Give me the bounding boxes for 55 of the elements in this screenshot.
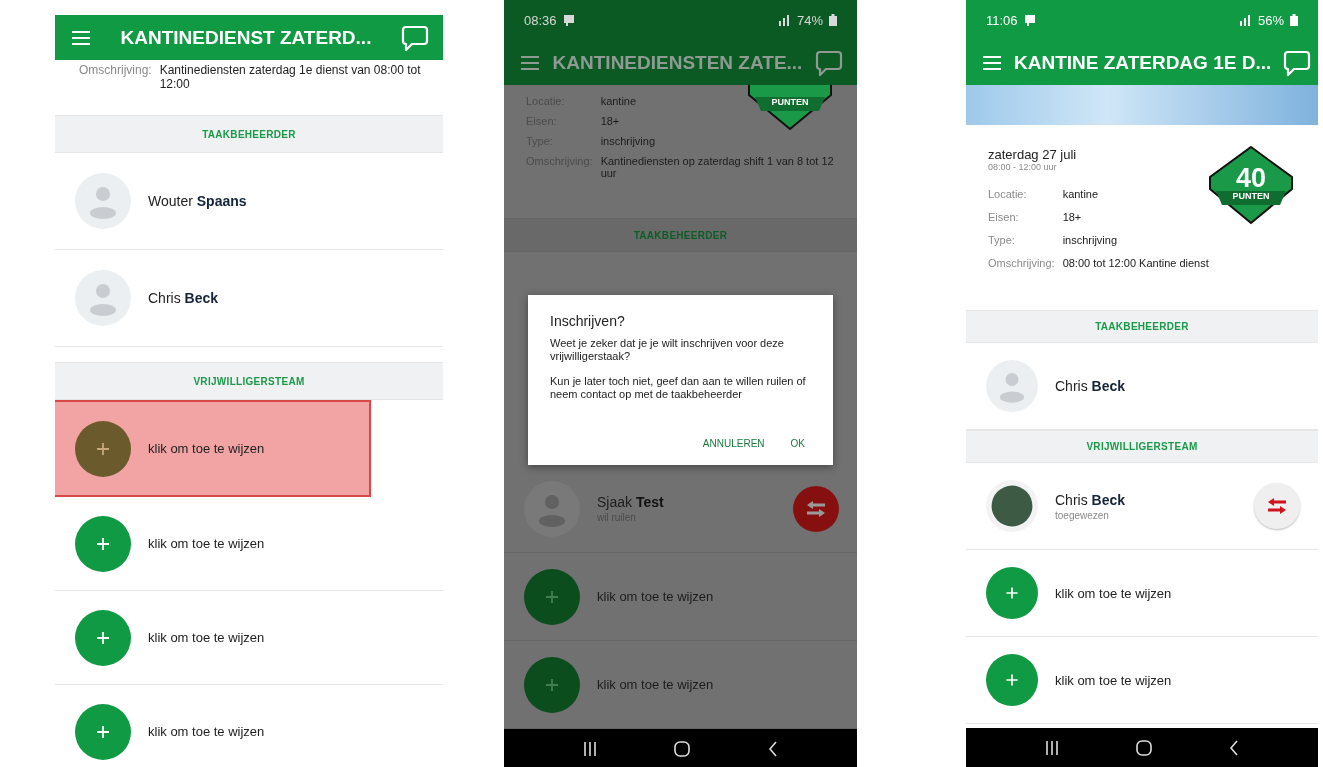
detail-label: Omschrijving: [79, 63, 152, 79]
slot-row[interactable]: klik om toe te wijzen [966, 550, 1318, 637]
detail-value: Kantinediensten op zaterdag shift 1 van 8 tot 12 uur [600, 155, 835, 179]
person-status: toegewezen [1055, 509, 1110, 521]
battery-percentage: 74% [796, 12, 823, 28]
detail-value: inschrijving [600, 135, 656, 147]
slot-label: klik om toe te wijzen [148, 536, 265, 551]
battery-percentage: 56% [1257, 12, 1284, 28]
section-header: VRIJWILLIGERSTEAM [55, 362, 443, 400]
event-date: zaterdag 27 juli [988, 147, 1078, 162]
slot-label: klik om toe te wijzen [1055, 672, 1172, 688]
slot-row[interactable]: klik om toe te wijzen [55, 497, 443, 591]
page-title: KANTINEDIENST ZATERD... [119, 26, 373, 49]
points-badge: 40 PUNTEN [1208, 145, 1294, 225]
detail-value: 08:00 tot 12:00 Kantine dienst [1062, 257, 1209, 269]
slot-label: klik om toe te wijzen [148, 441, 265, 456]
detail-value: kantine [600, 95, 637, 107]
slot-row[interactable]: klik om toe te wijzen [966, 637, 1318, 724]
slot-label: klik om toe te wijzen [148, 630, 265, 645]
highlighted-slot-row[interactable]: klik om toe te wijzen [55, 400, 371, 497]
section-header: TAAKBEHEERDER [55, 115, 443, 153]
person-name: Sjaak Test [597, 494, 665, 510]
detail-label: Type: [988, 234, 1016, 246]
detail-value: Kantinediensten zaterdag 1e dienst van 08:00 tot 12:00 [159, 63, 422, 91]
detail-label: Eisen: [988, 211, 1020, 223]
person-name: Chris Beck [1055, 491, 1127, 508]
dialog-title: Inschrijven? [550, 313, 626, 329]
slot-row[interactable]: klik om toe te wijzen [55, 591, 443, 685]
section-header: VRIJWILLIGERSTEAM [966, 430, 1318, 463]
detail-label: Omschrijving: [988, 257, 1055, 269]
slot-label: klik om toe te wijzen [1055, 585, 1172, 601]
event-time: 08:00 - 12:00 uur [988, 162, 1058, 172]
detail-label: Locatie: [988, 188, 1028, 200]
slot-row[interactable]: klik om toe te wijzen [55, 685, 443, 767]
page-title: KANTINEDIENSTEN ZATE... [552, 51, 803, 74]
section-header: TAAKBEHEERDER [966, 310, 1318, 343]
slot-label: klik om toe te wijzen [597, 677, 714, 692]
dialog-message: Weet je zeker dat je je wilt inschrijven voor deze vrijwilligerstaak? [550, 337, 785, 363]
person-name: Wouter Spaans [148, 193, 248, 209]
dialog-button[interactable]: OK [784, 434, 811, 453]
section-header: TAAKBEHEERDER [504, 218, 857, 252]
detail-value: inschrijving [1062, 234, 1118, 246]
slot-label: klik om toe te wijzen [148, 724, 265, 739]
dialog-button[interactable]: ANNULEREN [696, 434, 771, 453]
dialog-message: Kun je later toch niet, geef dan aan te willen ruilen of neem contact op met de taakbeheerder [550, 375, 807, 401]
page-title: KANTINE ZATERDAG 1E D... [1014, 51, 1272, 74]
person-name: Chris Beck [1055, 378, 1127, 394]
detail-value: 18+ [600, 115, 620, 127]
detail-value: 18+ [1062, 211, 1082, 223]
detail-value: kantine [1062, 188, 1099, 200]
points-badge: PUNTEN [747, 85, 833, 131]
slot-label: klik om toe te wijzen [597, 589, 714, 604]
person-name: Chris Beck [148, 290, 220, 306]
status-time: 08:36 [524, 12, 557, 28]
status-time: 11:06 [986, 12, 1018, 28]
